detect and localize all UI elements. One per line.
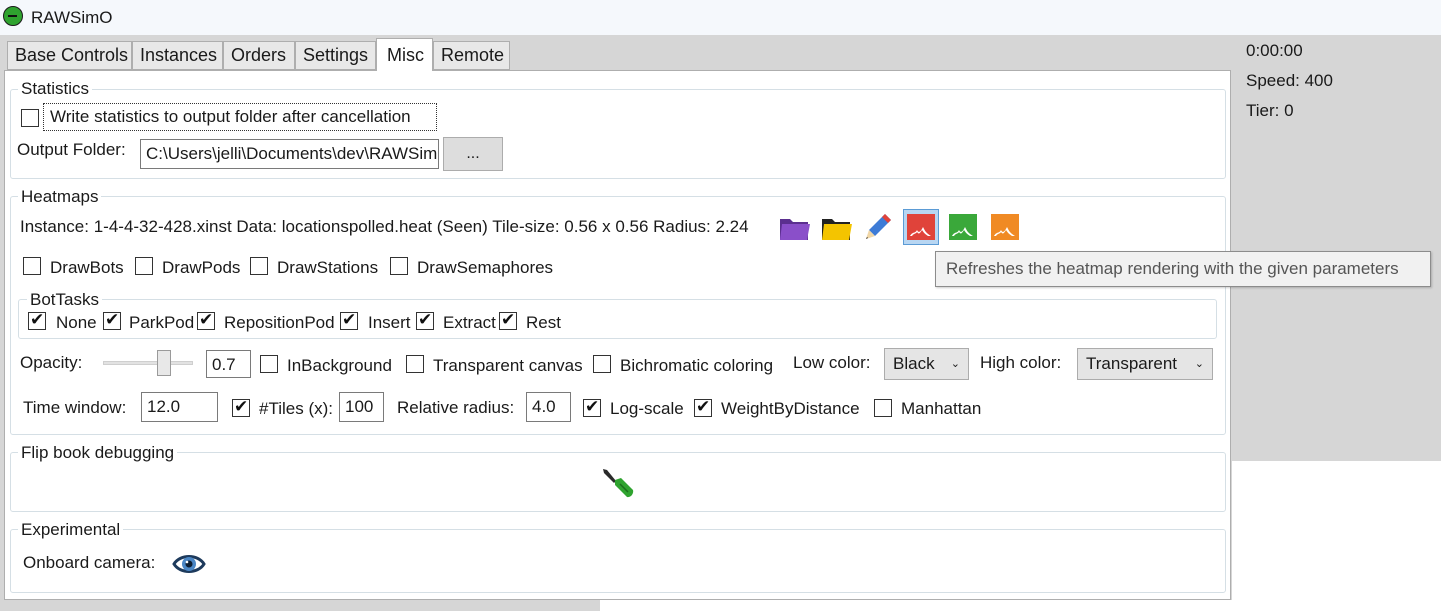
- screwdriver-debug-icon[interactable]: [600, 466, 636, 502]
- tiles-label: #Tiles (x):: [259, 399, 333, 418]
- eye-camera-icon[interactable]: [172, 550, 206, 578]
- bottask-repositionpod-checkbox[interactable]: [197, 310, 215, 330]
- tiles-checkbox[interactable]: [232, 397, 250, 417]
- drawbots-checkbox[interactable]: [23, 257, 41, 275]
- refresh-heatmap-red-button[interactable]: [903, 209, 939, 245]
- drawpods-label: DrawPods: [162, 258, 241, 277]
- opacity-field[interactable]: 0.7: [206, 350, 251, 378]
- write-stats-label[interactable]: Write statistics to output folder after …: [43, 103, 437, 131]
- low-color-select[interactable]: Black ⌄: [884, 348, 969, 380]
- bottask-none-checkbox[interactable]: [28, 310, 46, 330]
- app-title: RAWSimO: [31, 8, 113, 27]
- log-scale-checkbox[interactable]: [583, 397, 601, 417]
- open-folder-yellow-icon[interactable]: [819, 210, 853, 244]
- bottask-none-label: None: [56, 313, 97, 332]
- heatmaps-legend: Heatmaps: [18, 187, 102, 207]
- low-color-value: Black: [893, 354, 935, 373]
- opacity-slider-track[interactable]: [103, 361, 193, 365]
- bottask-extract-checkbox[interactable]: [416, 310, 434, 330]
- heatmap-green-icon[interactable]: [946, 210, 980, 244]
- refresh-tooltip: Refreshes the heatmap rendering with the…: [935, 251, 1431, 287]
- heatmap-red-icon: [907, 214, 935, 240]
- tab-instances[interactable]: Instances: [132, 41, 223, 70]
- manhattan-label: Manhattan: [901, 399, 982, 418]
- pencil-edit-icon[interactable]: [861, 210, 895, 244]
- bottask-rest-checkbox[interactable]: [499, 310, 517, 330]
- weight-by-distance-label: WeightByDistance: [721, 399, 860, 418]
- drawstations-label: DrawStations: [277, 258, 379, 277]
- bottask-parkpod-label: ParkPod: [129, 313, 195, 332]
- bottask-insert-label: Insert: [368, 313, 411, 332]
- time-window-field[interactable]: 12.0: [141, 392, 218, 422]
- chevron-down-icon: ⌄: [1194, 358, 1204, 370]
- transparent-canvas-checkbox[interactable]: [406, 355, 424, 373]
- opacity-label: Opacity:: [20, 353, 83, 372]
- open-folder-purple-icon[interactable]: [777, 210, 811, 244]
- weight-by-distance-checkbox[interactable]: [694, 397, 712, 417]
- app-icon: [3, 6, 23, 26]
- heatmap-info-text: Instance: 1-4-4-32-428.xinst Data: locat…: [20, 217, 749, 236]
- output-folder-label: Output Folder:: [17, 140, 126, 159]
- statistics-legend: Statistics: [18, 79, 93, 99]
- bottask-extract-label: Extract: [443, 313, 496, 332]
- title-bar: [0, 0, 1441, 35]
- manhattan-checkbox[interactable]: [874, 399, 892, 417]
- drawpods-checkbox[interactable]: [135, 257, 153, 275]
- tier-readout: Tier: 0: [1246, 101, 1294, 120]
- bichromatic-label: Bichromatic coloring: [620, 356, 774, 375]
- drawbots-label: DrawBots: [50, 258, 124, 277]
- flipbook-legend: Flip book debugging: [18, 443, 178, 463]
- experimental-legend: Experimental: [18, 520, 124, 540]
- time-readout: 0:00:00: [1246, 41, 1303, 60]
- drawstations-checkbox[interactable]: [250, 257, 268, 275]
- tiles-field[interactable]: 100: [339, 392, 384, 422]
- in-background-label: InBackground: [287, 356, 392, 375]
- drawsemaphores-label: DrawSemaphores: [417, 258, 554, 277]
- bottask-repositionpod-label: RepositionPod: [224, 313, 335, 332]
- bottasks-legend: BotTasks: [27, 290, 102, 310]
- status-panel: [1232, 35, 1441, 461]
- opacity-slider-thumb[interactable]: [157, 350, 171, 376]
- onboard-camera-label: Onboard camera:: [23, 553, 156, 572]
- tab-remote[interactable]: Remote: [433, 41, 510, 70]
- browse-folder-button[interactable]: ...: [443, 137, 503, 171]
- relative-radius-field[interactable]: 4.0: [526, 392, 571, 422]
- heatmap-orange-icon[interactable]: [988, 210, 1022, 244]
- output-folder-field[interactable]: C:\Users\jelli\Documents\dev\RAWSim: [140, 139, 439, 169]
- transparent-canvas-label: Transparent canvas: [433, 356, 583, 375]
- tab-base-controls[interactable]: Base Controls: [7, 41, 132, 70]
- low-color-label: Low color:: [793, 353, 871, 372]
- in-background-checkbox[interactable]: [260, 355, 278, 373]
- chevron-down-icon: ⌄: [950, 358, 960, 370]
- tab-settings[interactable]: Settings: [295, 41, 376, 70]
- bottask-parkpod-checkbox[interactable]: [103, 310, 121, 330]
- high-color-value: Transparent: [1086, 354, 1178, 373]
- high-color-label: High color:: [980, 353, 1062, 372]
- time-window-label: Time window:: [23, 398, 127, 417]
- tab-misc[interactable]: Misc: [376, 38, 433, 71]
- drawsemaphores-checkbox[interactable]: [390, 257, 408, 275]
- log-scale-label: Log-scale: [610, 399, 684, 418]
- bottask-rest-label: Rest: [526, 313, 561, 332]
- speed-readout: Speed: 400: [1246, 71, 1333, 90]
- write-stats-checkbox[interactable]: [21, 109, 39, 127]
- workspace-bottom-strip: [0, 600, 600, 611]
- relative-radius-label: Relative radius:: [397, 398, 515, 417]
- tab-orders[interactable]: Orders: [223, 41, 295, 70]
- bichromatic-checkbox[interactable]: [593, 355, 611, 373]
- high-color-select[interactable]: Transparent ⌄: [1077, 348, 1213, 380]
- bottask-insert-checkbox[interactable]: [340, 310, 358, 330]
